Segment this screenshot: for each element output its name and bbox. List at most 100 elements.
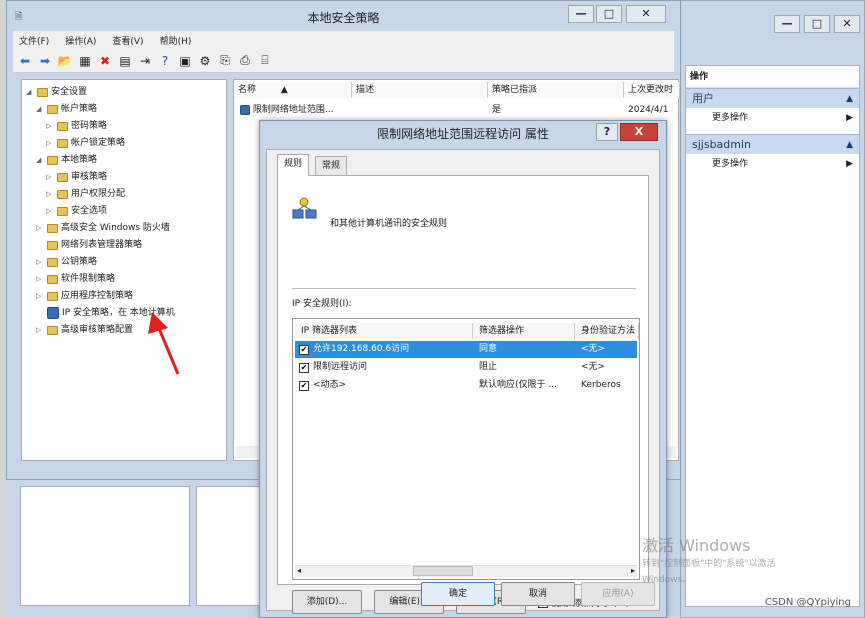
expand-icon: ▷ — [36, 275, 42, 283]
tree-item[interactable]: ▷ 帐户锁定策略 — [46, 135, 125, 151]
menu-action[interactable]: 操作(A) — [65, 34, 96, 47]
folder-icon — [57, 121, 68, 131]
menubar: 文件(F) 操作(A) 查看(V) 帮助(H) — [13, 31, 674, 49]
activation-watermark: 激活 Windows — [642, 536, 751, 555]
expand-icon: ▷ — [36, 292, 42, 300]
close-icon[interactable]: ✕ — [626, 5, 666, 23]
folder-icon — [47, 274, 58, 284]
view-icon[interactable]: ▣ — [177, 53, 193, 69]
table-row[interactable]: ✔ 限制远程访问 阻止 <无> — [295, 359, 637, 376]
maximize-icon[interactable]: □ — [596, 5, 622, 23]
folder-icon — [47, 257, 58, 267]
manage-icon[interactable]: ⚙ — [197, 53, 213, 69]
show-tree-icon[interactable]: ▦ — [77, 53, 93, 69]
list-row-assigned: 是 — [492, 105, 502, 115]
scroll-thumb[interactable] — [413, 566, 473, 576]
tab-rules[interactable]: 规则 — [277, 154, 310, 176]
more-actions-item[interactable]: 更多操作 ▶ — [686, 108, 859, 128]
collapse-icon: ◢ — [36, 156, 42, 164]
more-actions-item[interactable]: 更多操作 ▶ — [686, 154, 859, 174]
column-header-filter[interactable]: IP 筛选器列表 — [295, 323, 473, 339]
column-header-action[interactable]: 筛选器操作 — [473, 323, 575, 339]
unassign-icon[interactable]: ⌸ — [257, 53, 273, 69]
actions-section-admin[interactable]: sjjsbadmin ▲ — [686, 134, 859, 154]
folder-icon — [57, 138, 68, 148]
rules-label: IP 安全规则(I): — [292, 299, 352, 309]
navigation-tree: ◢ 安全设置 ◢ 帐户策略 ▷ 密码策略 ▷ 帐户锁定策略 ◢ 本地策略 ▷ 审核策略 ▷ 用户权限分配 ▷… — [21, 79, 227, 461]
expand-icon: ▷ — [46, 122, 52, 130]
folder-icon — [47, 223, 58, 233]
expand-icon: ▷ — [46, 173, 52, 181]
tree-item[interactable]: ◢ 本地策略 — [36, 152, 97, 168]
column-header-name[interactable]: 名称 ▲ — [234, 82, 352, 98]
properties-icon[interactable]: ▤ — [117, 53, 133, 69]
help-button[interactable]: ? — [596, 123, 618, 141]
tree-item[interactable]: ▷ 密码策略 — [46, 118, 107, 134]
tree-item[interactable]: ▷ 安全选项 — [46, 203, 107, 219]
table-row[interactable]: ✔ <动态> 默认响应(仅限于 ... Kerberos — [295, 377, 637, 394]
list-row-name[interactable]: 限制网络地址范围... — [236, 102, 333, 118]
ipsec-policy-icon — [240, 104, 250, 115]
close-icon[interactable]: ✕ — [834, 15, 860, 33]
folder-icon — [57, 206, 68, 216]
scroll-left-icon: ◂ — [297, 566, 302, 575]
menu-view[interactable]: 查看(V) — [112, 34, 143, 47]
restore-icon[interactable]: □ — [804, 15, 830, 33]
tree-item[interactable]: ▷ 审核策略 — [46, 169, 107, 185]
checkbox[interactable]: ✔ — [299, 363, 309, 373]
tree-item[interactable]: ▷ 公钥策略 — [36, 254, 97, 270]
minimize-icon[interactable]: — — [568, 5, 594, 23]
tree-item[interactable]: ◢ 安全设置 — [26, 84, 87, 100]
actions-section-user[interactable]: 用户 ▲ — [686, 88, 859, 108]
tree-item[interactable]: ▷ 高级审核策略配置 — [36, 322, 133, 338]
policy-icon[interactable]: ⎙ — [237, 53, 253, 69]
menu-help[interactable]: 帮助(H) — [160, 34, 192, 47]
column-header-changed[interactable]: 上次更改时 — [624, 82, 680, 98]
lower-list-pane — [196, 486, 262, 606]
checkbox[interactable]: ✔ — [299, 381, 309, 391]
help-icon[interactable]: ? — [157, 53, 173, 69]
dialog-close-button[interactable]: X — [620, 123, 658, 141]
network-computers-icon — [292, 197, 317, 219]
back-icon[interactable]: ⬅ — [17, 53, 33, 69]
list-row-changed: 2024/4/1 — [628, 105, 669, 115]
ipsec-policy-icon — [47, 307, 59, 319]
add-button[interactable]: 添加(D)... — [292, 590, 362, 614]
tree-item[interactable]: 网络列表管理器策略 — [36, 237, 142, 253]
menu-file[interactable]: 文件(F) — [19, 34, 49, 47]
column-header-assigned[interactable]: 策略已指派 — [488, 82, 624, 98]
horizontal-scrollbar[interactable]: ◂ ▸ — [295, 565, 637, 577]
tree-item[interactable]: ◢ 帐户策略 — [36, 101, 97, 117]
folder-icon — [37, 87, 48, 97]
background-window: — □ ✕ 操作 用户 ▲ 更多操作 ▶ sjjsbadmin ▲ 更多操作 ▶ — [680, 0, 865, 618]
column-header-description[interactable]: 描述 — [352, 82, 488, 98]
tree-item[interactable]: ▷ 应用程序控制策略 — [36, 288, 133, 304]
expand-icon: ▷ — [46, 190, 52, 198]
tree-item[interactable]: ▷ 高级安全 Windows 防火墙 — [36, 220, 170, 236]
export-icon[interactable]: ⇥ — [137, 53, 153, 69]
cancel-button[interactable]: 取消 — [501, 582, 575, 606]
separator — [292, 288, 636, 289]
delete-icon[interactable]: ✖ — [97, 53, 113, 69]
chevron-right-icon: ▶ — [846, 159, 853, 169]
up-folder-icon[interactable]: 📂 — [57, 53, 73, 69]
minimize-icon[interactable]: — — [774, 15, 800, 33]
folder-icon — [57, 172, 68, 182]
forward-icon[interactable]: ➡ — [37, 53, 53, 69]
tree-item[interactable]: ▷ 软件限制策略 — [36, 271, 115, 287]
ok-button[interactable]: 确定 — [421, 582, 495, 606]
tree-item[interactable]: ▷ 用户权限分配 — [46, 186, 125, 202]
checkbox[interactable]: ✔ — [299, 345, 309, 355]
assign-icon[interactable]: ⎘ — [217, 53, 233, 69]
column-header-auth[interactable]: 身份验证方法 — [575, 323, 639, 339]
expand-icon: ▷ — [46, 207, 52, 215]
expand-icon: ▷ — [36, 258, 42, 266]
lower-tree-pane — [20, 486, 190, 606]
credit-watermark: CSDN @QYpiying — [764, 597, 851, 608]
tab-general[interactable]: 常规 — [315, 156, 348, 176]
folder-icon — [47, 240, 58, 250]
table-row[interactable]: ✔ 允许192.168.60.6访问 同意 <无> — [295, 341, 637, 358]
collapse-icon: ▲ — [846, 94, 853, 104]
apply-button[interactable]: 应用(A) — [581, 582, 655, 606]
toolbar: ⬅ ➡ 📂 ▦ ✖ ▤ ⇥ ? ▣ ⚙ ⎘ ⎙ ⌸ — [13, 49, 674, 73]
